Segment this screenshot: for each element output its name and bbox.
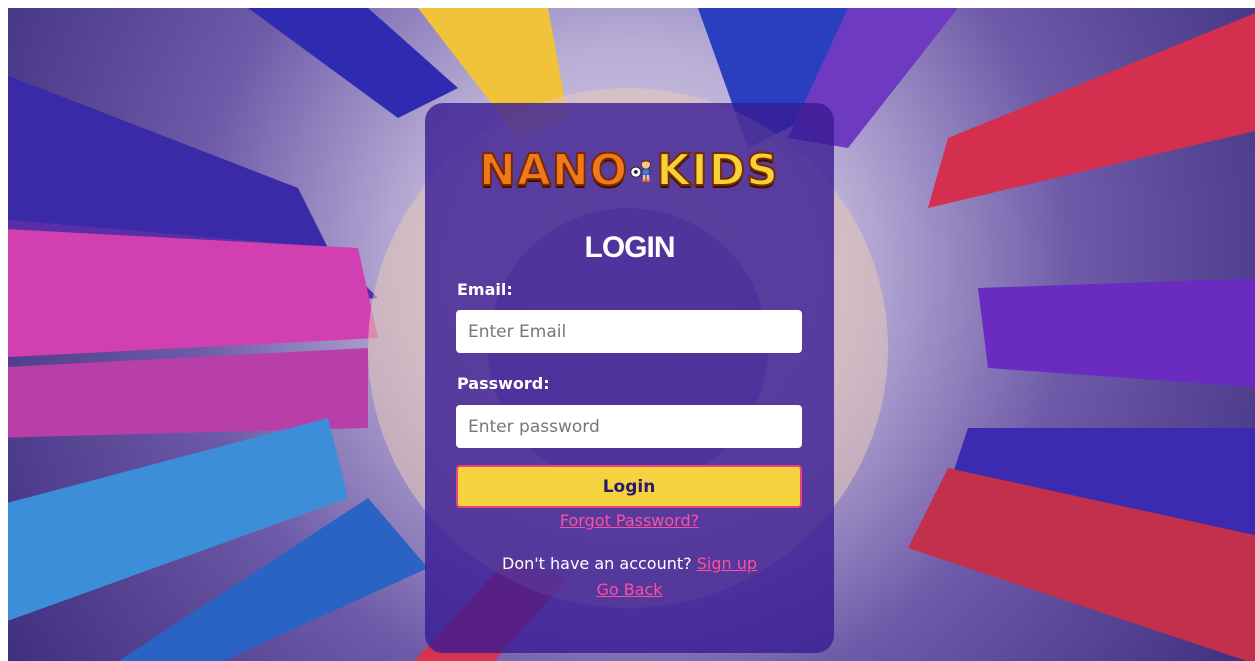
login-button[interactable]: Login — [456, 465, 802, 508]
go-back-link[interactable]: Go Back — [596, 580, 662, 599]
signup-link[interactable]: Sign up — [697, 554, 757, 573]
page-title: LOGIN — [584, 231, 676, 264]
email-input[interactable] — [456, 310, 802, 353]
logo-text-nano: NANO — [478, 144, 629, 197]
signup-prompt: Don't have an account? — [502, 554, 692, 573]
login-panel: NANO KIDS LOGIN Email: Password: Login F… — [425, 103, 834, 653]
forgot-password-row: Forgot Password? — [425, 511, 834, 530]
email-label: Email: — [457, 280, 513, 299]
forgot-password-link[interactable]: Forgot Password? — [560, 511, 699, 530]
soccer-boy-mascot-icon — [630, 159, 651, 182]
password-label: Password: — [457, 374, 550, 393]
logo-text-kids: KIDS — [655, 144, 779, 197]
go-back-row: Go Back — [425, 580, 834, 599]
signup-row: Don't have an account? Sign up — [425, 554, 834, 573]
nano-kids-logo: NANO KIDS — [478, 141, 779, 199]
password-input[interactable] — [456, 405, 802, 448]
